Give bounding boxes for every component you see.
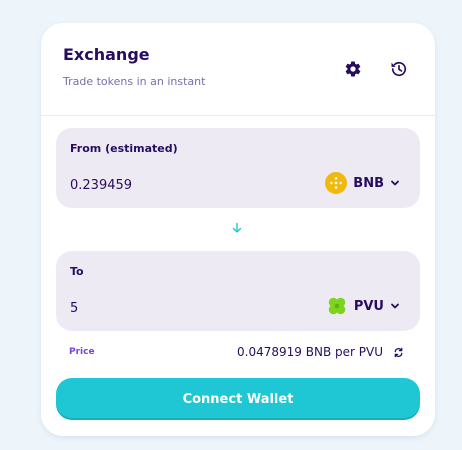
connect-wallet-button[interactable]: Connect Wallet (56, 378, 420, 420)
page-title: Exchange (63, 45, 150, 64)
from-token-name: BNB (353, 175, 384, 191)
from-amount-input[interactable]: 0.239459 (70, 178, 132, 193)
chevron-down-icon (391, 180, 399, 186)
price-value: 0.0478919 BNB per PVU (237, 345, 383, 359)
chevron-down-icon (391, 303, 399, 309)
refresh-icon (394, 347, 402, 357)
price-row: Price 0.0478919 BNB per PVU (69, 345, 407, 361)
swap-direction-button[interactable] (229, 220, 245, 236)
invert-price-button[interactable] (391, 345, 405, 359)
to-panel: To 5 PVU (56, 251, 420, 331)
arrow-down-icon (232, 222, 242, 233)
history-icon (391, 61, 407, 77)
price-label: Price (69, 347, 95, 357)
to-token-name: PVU (353, 298, 384, 314)
from-panel: From (estimated) 0.239459 BNB (56, 128, 420, 208)
from-token-select[interactable]: BNB (325, 172, 400, 194)
gear-icon (345, 61, 361, 77)
history-button[interactable] (387, 57, 411, 81)
exchange-header: Exchange Trade tokens in an instant (41, 23, 435, 116)
settings-button[interactable] (341, 57, 365, 81)
bnb-icon (325, 172, 348, 194)
to-label: To (70, 265, 84, 278)
pvu-clover-icon (328, 297, 346, 315)
from-label: From (estimated) (70, 142, 178, 155)
to-amount-input[interactable]: 5 (70, 301, 78, 316)
page-subtitle: Trade tokens in an instant (63, 75, 206, 88)
to-token-select[interactable]: PVU (326, 295, 400, 317)
exchange-card: Exchange Trade tokens in an instant From… (41, 23, 435, 436)
